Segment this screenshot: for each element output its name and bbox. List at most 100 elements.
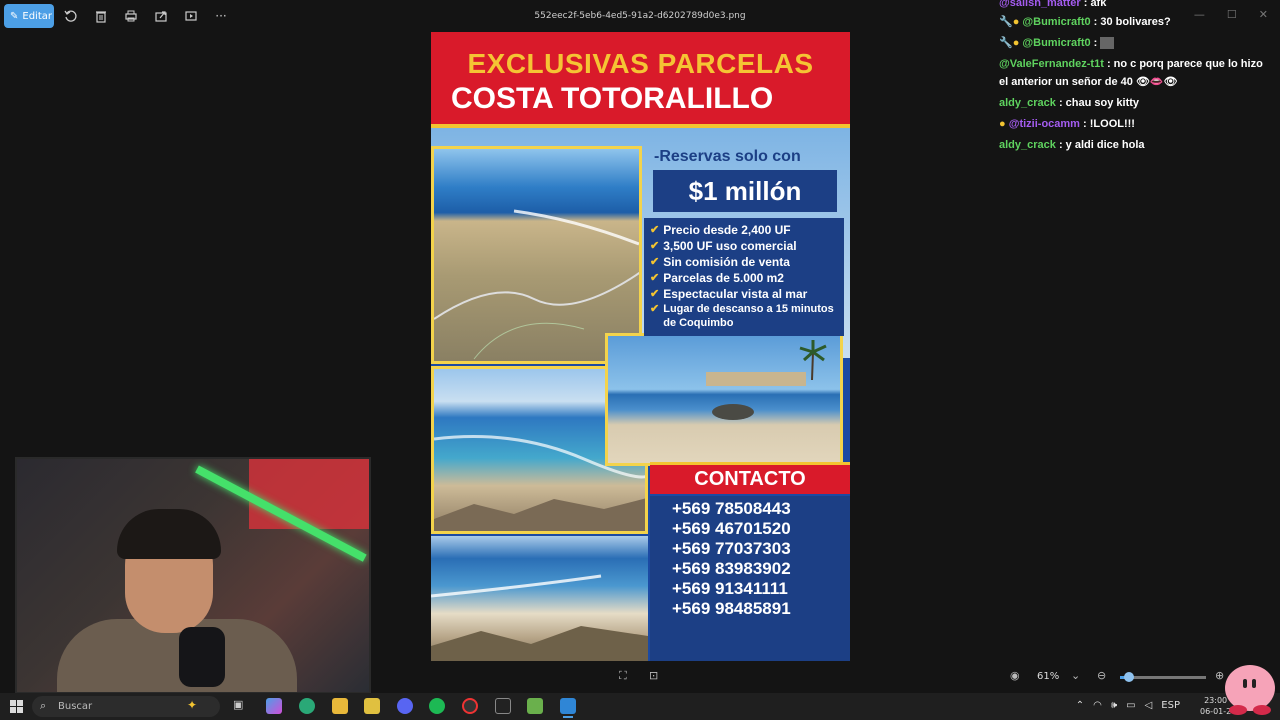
feature-item: ✔ Sin comisión de venta [650,255,790,269]
check-icon: ✔ [650,288,660,300]
active-app-indicator [563,716,573,718]
chat-message: aldy_crack : chau soy kitty [999,94,1274,112]
actual-size-icon[interactable]: ⊡ [649,669,658,682]
chat-text: : 30 bolivares? [1093,16,1171,28]
chat-text: : !LOOL!!! [1083,118,1135,130]
beach-photo-village [605,333,843,466]
zoom-slider-knob[interactable] [1123,672,1134,682]
zoom-in-icon[interactable]: ⊕ [1215,669,1224,682]
beach-photo-bay [431,536,648,661]
reserve-text: -Reservas solo con [654,148,801,165]
feature-item: ✔ Precio desde 2,400 UF [650,223,791,237]
search-icon: ⌕ [40,699,47,712]
chat-username: @ValeFernandez-t1t [999,58,1104,70]
zoom-level[interactable]: 61% [1037,671,1059,682]
language-indicator[interactable]: ESP [1161,700,1180,711]
chat-username: @Bumicraft0 [1022,16,1091,28]
contact-title: CONTACTO [694,468,806,490]
copilot-sparkle-icon[interactable]: ✦ [187,698,203,714]
chat-text: : y aldi dice hola [1058,139,1145,151]
phone-number: +569 91341111 [672,579,788,598]
speaker-icon[interactable]: ◁ [1145,700,1153,711]
network-icon[interactable]: ▭ [1126,700,1135,711]
fit-screen-icon[interactable]: ⛶ [619,669,627,683]
price-badge: $1 millón [653,170,837,212]
feature-item: ✔ Parcelas de 5.000 m2 [650,271,784,285]
chat-message: @ValeFernandez-t1t : no c porq parece qu… [999,55,1274,91]
features-list: ✔ Precio desde 2,400 UF ✔ 3,500 UF uso com… [644,218,844,336]
check-icon: ✔ [650,256,660,268]
feature-item: ✔ 3,500 UF uso comercial [650,239,797,253]
poster-header: EXCLUSIVAS PARCELAS COSTA TOTORALILLO [431,32,850,128]
obs-icon[interactable] [462,698,478,714]
webcam-feed [15,457,371,694]
beach-rock [712,404,754,420]
chat-text: : chau soy kitty [1058,97,1140,109]
check-icon: ✔ [650,272,660,284]
wrench-icon: 🔧 [999,37,1013,49]
clock[interactable]: 23:00 06-01-2 [1200,695,1231,717]
windows-taskbar: ⌕ Buscar ✦ ▣ ⌃ ◠ 🕪 ▭ ◁ ESP 23:00 06-01-2 [0,693,1280,720]
edge-browser-icon[interactable] [299,698,315,714]
village-houses [706,372,806,386]
kirby-foot [1253,705,1271,715]
photos-app-window: ✎ Editar ··· 552eec2f-5eb6-4ed5-91a2-d62… [0,0,1280,720]
system-tray: ⌃ ◠ 🕪 ▭ ◁ ESP [1076,700,1180,711]
chevron-up-icon[interactable]: ⌃ [1076,700,1084,711]
windows-start-icon[interactable] [10,700,23,713]
phone-number: +569 98485891 [672,599,791,618]
viewer-controls: ⛶ ⊡ ◉ 61% ⌄ ⊖ ⊕ [0,663,1280,691]
kirby-foot [1229,705,1247,715]
notes-app-icon[interactable] [364,698,380,714]
search-placeholder: Buscar [58,701,93,712]
wifi-icon[interactable]: ◠ [1093,700,1102,711]
kirby-eye [1243,679,1247,688]
spotify-icon[interactable] [429,698,445,714]
phone-number: +569 83983902 [672,559,791,578]
chat-username: aldy_crack [999,97,1056,109]
chat-text: : [1093,37,1098,49]
zoom-out-icon[interactable]: ⊖ [1097,669,1106,682]
chevron-down-icon[interactable]: ⌄ [1071,669,1080,682]
copilot-app-icon[interactable] [266,698,282,714]
feature-item: ✔ Lugar de descanso a 15 minutos de Coqui… [650,303,834,329]
screenshot-icon[interactable]: ◉ [1010,669,1020,682]
coast-photo-aerial [431,146,642,364]
chat-username: aldy_crack [999,139,1056,151]
phone-number: +569 77037303 [672,539,791,558]
poster-title-line1: EXCLUSIVAS PARCELAS [467,48,814,79]
steam-icon[interactable] [495,698,511,714]
feature-item: ✔ Espectacular vista al mar [650,287,808,301]
poster-image: EXCLUSIVAS PARCELAS COSTA TOTORALILLO -R… [431,32,850,661]
discord-icon[interactable] [397,698,413,714]
stream-chat-overlay: @sallsh_matter : afk 🔧● @Bumicraft0 : 30… [995,0,1280,160]
eyes-emoji-icon: 👁👄👁 [1135,76,1178,88]
minecraft-icon[interactable] [527,698,543,714]
chat-text: : afk [1083,0,1107,9]
sub-badge-icon: ● [999,118,1006,130]
sub-badge-icon: ● [1012,37,1020,49]
chat-username: @sallsh_matter [999,0,1081,9]
zoom-slider[interactable] [1120,672,1206,682]
kirby-eye [1252,679,1256,688]
task-view-icon[interactable]: ▣ [233,698,249,714]
webcam-red-light [249,459,369,529]
chat-message: 🔧● @Bumicraft0 : 30 bolivares? [999,13,1274,31]
contact-band: CONTACTO [650,462,850,494]
clock-date: 06-01-2 [1200,707,1232,716]
phone-number: +569 78508443 [672,499,791,518]
poster-title-line2: COSTA TOTORALILLO [451,82,774,115]
photos-app-icon[interactable] [560,698,576,714]
chat-username: @tizii-ocamm [1008,118,1080,130]
check-icon: ✔ [650,240,660,252]
phone-list: +569 78508443 +569 46701520 +569 7703730… [650,496,850,661]
file-explorer-icon[interactable] [332,698,348,714]
volume-icon[interactable]: 🕪 [1111,700,1117,711]
check-icon: ✔ [650,224,660,236]
chat-message: aldy_crack : y aldi dice hola [999,136,1274,154]
emote-icon [1100,37,1115,50]
chat-message: ● @tizii-ocamm : !LOOL!!! [999,115,1274,133]
check-icon: ✔ [650,303,660,315]
streamer-hair [117,509,221,559]
chat-message: 🔧● @Bumicraft0 : [999,34,1274,52]
